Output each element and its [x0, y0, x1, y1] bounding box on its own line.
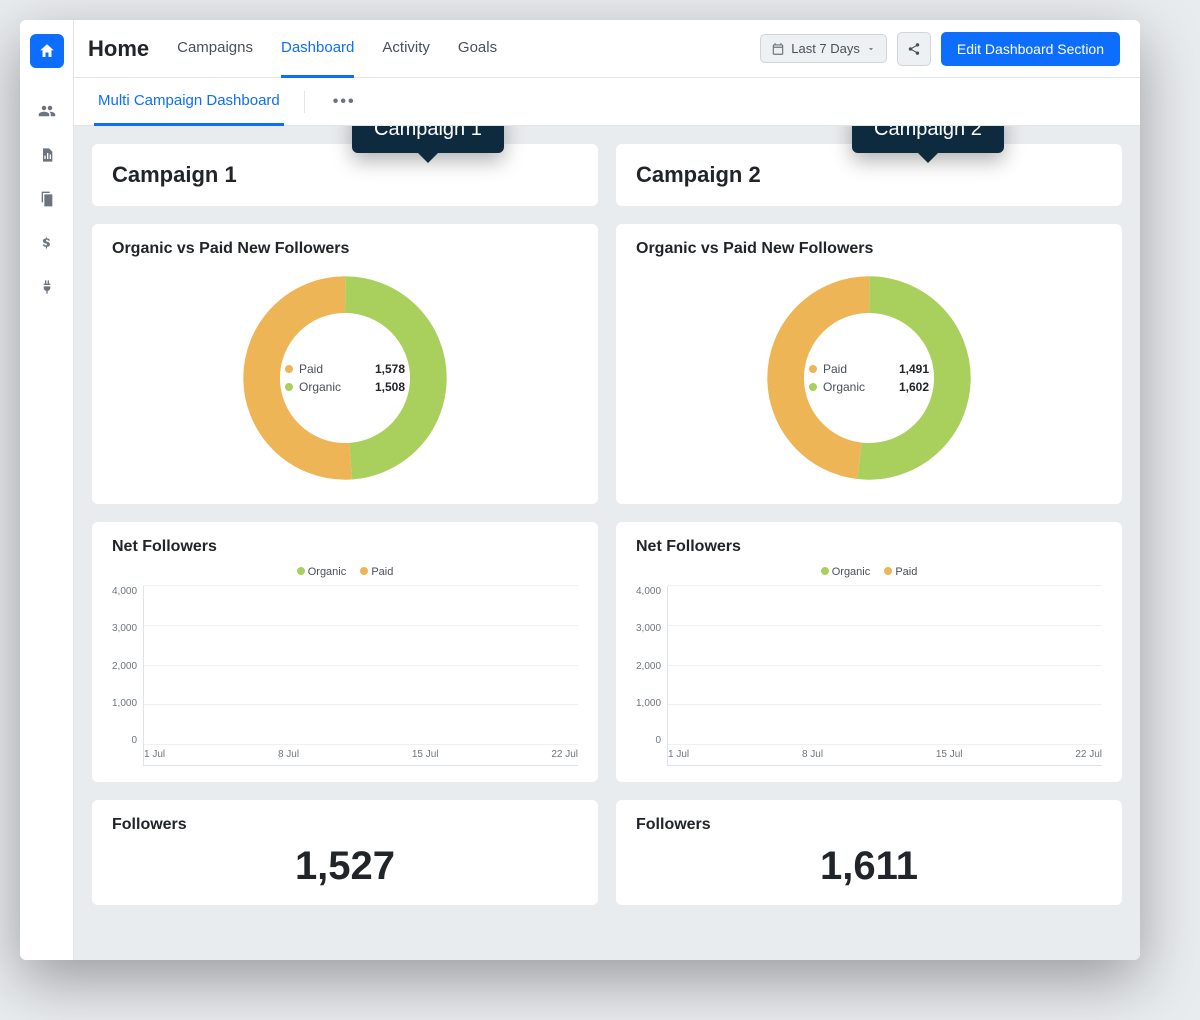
- sidebar-item-integrations[interactable]: [30, 270, 64, 304]
- campaign-2-bar-card: Net Followers Organic Paid 4,0003,0002,0…: [616, 522, 1122, 782]
- bar-plot-2: 1 Jul8 Jul15 Jul22 Jul: [667, 586, 1102, 766]
- calendar-icon: [771, 42, 785, 56]
- campaign-1-heading: Campaign 1: [112, 162, 578, 188]
- bar-legend-2: Organic Paid: [636, 566, 1102, 578]
- bar-yaxis-2: 4,0003,0002,0001,0000: [636, 586, 667, 746]
- bar-xaxis-2: 1 Jul8 Jul15 Jul22 Jul: [668, 747, 1102, 765]
- main: Home Campaigns Dashboard Activity Goals …: [74, 20, 1140, 960]
- campaign-1-donut-card: Organic vs Paid New Followers Paid1,578 …: [92, 224, 598, 504]
- donut-chart-2: Paid1,491 Organic1,602: [759, 268, 979, 488]
- followers-title-2: Followers: [636, 816, 1102, 834]
- bar-plot-1: 1 Jul8 Jul15 Jul22 Jul: [143, 586, 578, 766]
- ellipsis-icon: •••: [333, 93, 356, 110]
- annotation-campaign-2: Campaign 2: [852, 126, 1004, 153]
- donut-title-1: Organic vs Paid New Followers: [112, 240, 578, 258]
- top-nav: Home Campaigns Dashboard Activity Goals …: [74, 20, 1140, 78]
- plug-icon: [39, 279, 55, 295]
- campaign-2-header: Campaign 2: [616, 144, 1122, 206]
- tab-goals[interactable]: Goals: [458, 21, 497, 78]
- campaign-2-followers-card: Followers 1,611: [616, 800, 1122, 905]
- sub-nav: Multi Campaign Dashboard •••: [74, 78, 1140, 126]
- sidebar-item-copy[interactable]: [30, 182, 64, 216]
- campaign-1-followers-card: Followers 1,527: [92, 800, 598, 905]
- dollar-icon: [40, 234, 54, 252]
- chevron-down-icon: [866, 44, 876, 54]
- donut-legend-1: Paid1,578 Organic1,508: [235, 268, 455, 488]
- followers-value-2: 1,611: [636, 844, 1102, 889]
- campaign-2-heading: Campaign 2: [636, 162, 1102, 188]
- people-icon: [38, 102, 56, 120]
- date-filter-label: Last 7 Days: [791, 41, 860, 56]
- subtab-multi-campaign[interactable]: Multi Campaign Dashboard: [94, 79, 284, 126]
- edit-dashboard-button[interactable]: Edit Dashboard Section: [941, 32, 1120, 66]
- share-button[interactable]: [897, 32, 931, 66]
- sidebar-home[interactable]: [30, 34, 64, 68]
- page-title: Home: [88, 36, 149, 62]
- tab-dashboard[interactable]: Dashboard: [281, 21, 354, 78]
- followers-title-1: Followers: [112, 816, 578, 834]
- tab-campaigns[interactable]: Campaigns: [177, 21, 253, 78]
- dashboard-content: Campaign 1 Campaign 2 Campaign 1 Organic…: [74, 126, 1140, 960]
- app-shell: Home Campaigns Dashboard Activity Goals …: [20, 20, 1140, 960]
- bar-yaxis-1: 4,0003,0002,0001,0000: [112, 586, 143, 746]
- nav-tabs: Campaigns Dashboard Activity Goals: [177, 20, 497, 77]
- campaign-1-bar-card: Net Followers Organic Paid 4,0003,0002,0…: [92, 522, 598, 782]
- date-filter[interactable]: Last 7 Days: [760, 34, 887, 63]
- tab-activity[interactable]: Activity: [382, 21, 430, 78]
- donut-chart-1: Paid1,578 Organic1,508: [235, 268, 455, 488]
- column-campaign-2: Campaign 2 Organic vs Paid New Followers…: [616, 144, 1122, 942]
- chart-file-icon: [39, 147, 55, 163]
- sidebar-item-people[interactable]: [30, 94, 64, 128]
- bar-title-1: Net Followers: [112, 538, 578, 556]
- annotation-campaign-1: Campaign 1: [352, 126, 504, 153]
- bar-legend-1: Organic Paid: [112, 566, 578, 578]
- divider: [304, 91, 305, 113]
- campaign-2-donut-card: Organic vs Paid New Followers Paid1,491 …: [616, 224, 1122, 504]
- campaign-1-header: Campaign 1: [92, 144, 598, 206]
- home-icon: [38, 42, 56, 60]
- more-menu[interactable]: •••: [325, 89, 364, 115]
- copy-icon: [39, 191, 55, 207]
- bar-xaxis-1: 1 Jul8 Jul15 Jul22 Jul: [144, 747, 578, 765]
- sidebar: [20, 20, 74, 960]
- donut-legend-2: Paid1,491 Organic1,602: [759, 268, 979, 488]
- bar-title-2: Net Followers: [636, 538, 1102, 556]
- share-icon: [907, 42, 921, 56]
- donut-title-2: Organic vs Paid New Followers: [636, 240, 1102, 258]
- column-campaign-1: Campaign 1 Organic vs Paid New Followers…: [92, 144, 598, 942]
- followers-value-1: 1,527: [112, 844, 578, 889]
- sidebar-item-billing[interactable]: [30, 226, 64, 260]
- sidebar-item-report[interactable]: [30, 138, 64, 172]
